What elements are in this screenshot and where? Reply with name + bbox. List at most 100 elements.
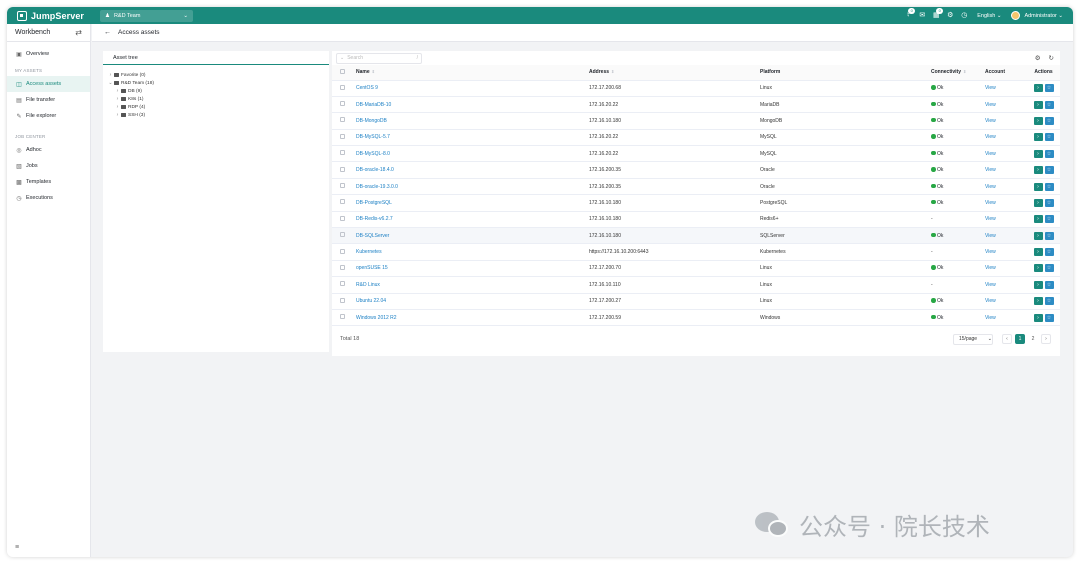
favorite-star-icon[interactable]: ☆ (1044, 297, 1054, 306)
row-checkbox[interactable] (340, 101, 345, 107)
asset-name-link[interactable]: DB-Redis-v6.2.7 (356, 216, 393, 222)
table-row[interactable]: DB-SQLServer 172.16.10.180 SQLServer Ok View… (332, 227, 1060, 245)
asset-name-link[interactable]: Ubuntu 22.04 (356, 298, 386, 304)
table-row[interactable]: DB-Redis-v6.2.7 172.16.10.180 Redis6+ - View… (332, 211, 1060, 229)
row-checkbox[interactable] (340, 166, 345, 172)
asset-name-link[interactable]: DB-SQLServer (356, 233, 389, 239)
connect-terminal-icon[interactable]: › (1033, 248, 1043, 257)
view-account-link[interactable]: View (985, 184, 996, 190)
favorite-star-icon[interactable]: ☆ (1044, 248, 1054, 257)
page-size-select[interactable]: 15/page ⌄ (953, 333, 993, 345)
row-checkbox[interactable] (340, 232, 345, 238)
tree-node-favorite[interactable]: › Favorite (0) (103, 71, 329, 79)
favorite-star-icon[interactable]: ☆ (1044, 280, 1054, 289)
row-checkbox[interactable] (340, 215, 345, 221)
table-row[interactable]: DB-MySQL-8.0 172.16.20.22 MySQL Ok View › ☆ (332, 145, 1060, 163)
favorite-star-icon[interactable]: ☆ (1044, 149, 1054, 158)
row-checkbox[interactable] (340, 248, 345, 254)
next-page-button[interactable]: › (1041, 334, 1051, 345)
sidebar-item-adhoc[interactable]: ◎ Adhoc (7, 142, 90, 158)
table-row[interactable]: DB-MongoDB 172.16.10.180 MongoDB Ok View › ☆ (332, 112, 1060, 130)
column-header-name[interactable]: Name ⇕ (356, 65, 589, 81)
table-row[interactable]: DB-PostgreSQL 172.16.10.180 PostgreSQL Ok Vi… (332, 194, 1060, 212)
asset-name-link[interactable]: Windows 2012 R2 (356, 315, 397, 321)
favorite-star-icon[interactable]: ☆ (1044, 264, 1054, 273)
asset-name-link[interactable]: CentOS 9 (356, 85, 378, 91)
sidebar-item-file-explorer[interactable]: ✎ File explorer (7, 108, 90, 124)
asset-name-link[interactable]: Kubernetes (356, 249, 382, 255)
favorite-star-icon[interactable]: ☆ (1044, 166, 1054, 175)
favorite-star-icon[interactable]: ☆ (1044, 215, 1054, 224)
asset-name-link[interactable]: openSUSE 15 (356, 265, 388, 271)
view-account-link[interactable]: View (985, 265, 996, 271)
favorite-star-icon[interactable]: ☆ (1044, 116, 1054, 125)
search-input[interactable]: ⌄ Search / (336, 52, 422, 64)
table-row[interactable]: CentOS 9 172.17.200.68 Linux Ok View › ☆ (332, 80, 1060, 97)
message-icon[interactable]: ✉ (918, 12, 926, 20)
row-checkbox[interactable] (340, 199, 345, 205)
asset-name-link[interactable]: DB-oracle-18.4.0 (356, 167, 394, 173)
switch-view-icon[interactable]: ⇄ (75, 28, 82, 37)
table-row[interactable]: DB-MySQL-5.7 172.16.20.22 MySQL Ok View › ☆ (332, 129, 1060, 147)
page-button-1[interactable]: 1 (1015, 334, 1025, 345)
view-account-link[interactable]: View (985, 151, 996, 157)
view-account-link[interactable]: View (985, 233, 996, 239)
asset-name-link[interactable]: DB-MySQL-5.7 (356, 134, 390, 140)
table-row[interactable]: Kubernetes https://172.16.10.200:6443 Kube… (332, 243, 1060, 261)
view-account-link[interactable]: View (985, 167, 996, 173)
row-checkbox[interactable] (340, 297, 345, 303)
view-account-link[interactable]: View (985, 200, 996, 206)
org-selector[interactable]: ♟ R&D Team ⌄ (100, 9, 193, 22)
favorite-star-icon[interactable]: ☆ (1044, 182, 1054, 191)
connect-terminal-icon[interactable]: › (1033, 264, 1043, 273)
sidebar-item-file-transfer[interactable]: ▤ File transfer (7, 92, 90, 108)
view-account-link[interactable]: View (985, 298, 996, 304)
connect-terminal-icon[interactable]: › (1033, 182, 1043, 191)
column-header-address[interactable]: Address ⇕ (589, 65, 760, 81)
calendar-icon[interactable]: ▦ 0 (932, 7, 944, 20)
tree-node-rdp[interactable]: › RDP (4) (103, 103, 329, 111)
view-account-link[interactable]: View (985, 282, 996, 288)
page-button-2[interactable]: 2 (1028, 336, 1038, 342)
connect-terminal-icon[interactable]: › (1033, 166, 1043, 175)
table-row[interactable]: Windows 2012 R2 172.17.200.59 Windows Ok Vie… (332, 309, 1060, 327)
connect-terminal-icon[interactable]: › (1033, 231, 1043, 240)
favorite-star-icon[interactable]: ☆ (1044, 100, 1054, 109)
sidebar-item-executions[interactable]: ◷ Executions (7, 190, 90, 206)
asset-name-link[interactable]: DB-MySQL-8.0 (356, 151, 390, 157)
row-checkbox[interactable] (340, 133, 345, 139)
favorite-star-icon[interactable]: ☆ (1044, 231, 1054, 240)
row-checkbox[interactable] (340, 183, 345, 189)
connect-terminal-icon[interactable]: › (1033, 215, 1043, 224)
user-menu[interactable]: Administrator ⌄ (1011, 11, 1063, 20)
view-account-link[interactable]: View (985, 249, 996, 255)
row-checkbox[interactable] (340, 117, 345, 123)
language-selector[interactable]: English ⌄ (977, 13, 1001, 19)
row-checkbox[interactable] (340, 150, 345, 156)
tree-node-rd-team[interactable]: ⌄ R&D Team (18) (103, 79, 329, 87)
tree-node-ssh[interactable]: › SSH (3) (103, 111, 329, 119)
asset-name-link[interactable]: DB-MongoDB (356, 118, 387, 124)
row-checkbox[interactable] (340, 264, 345, 270)
asset-name-link[interactable]: DB-MariaDB-10 (356, 102, 391, 108)
connect-terminal-icon[interactable]: › (1033, 116, 1043, 125)
row-checkbox[interactable] (340, 281, 345, 287)
settings-icon[interactable]: ⚙ (1035, 54, 1041, 62)
sidebar-item-templates[interactable]: ▩ Templates (7, 174, 90, 190)
prev-page-button[interactable]: ‹ (1002, 334, 1012, 345)
favorite-star-icon[interactable]: ☆ (1044, 84, 1054, 93)
refresh-icon[interactable]: ↻ (1049, 54, 1054, 62)
asset-name-link[interactable]: R&D Linux (356, 282, 380, 288)
view-account-link[interactable]: View (985, 216, 996, 222)
column-header-platform[interactable]: Platform (760, 65, 931, 81)
asset-name-link[interactable]: DB-PostgreSQL (356, 200, 392, 206)
back-arrow-icon[interactable]: ← (104, 29, 111, 36)
sidebar-item-overview[interactable]: ▣ Overview (7, 46, 90, 62)
help-icon[interactable]: ◷ (960, 12, 968, 20)
bell-icon[interactable]: ♮ 0 (904, 7, 916, 20)
favorite-star-icon[interactable]: ☆ (1044, 198, 1054, 207)
view-account-link[interactable]: View (985, 134, 996, 140)
connect-terminal-icon[interactable]: › (1033, 133, 1043, 142)
view-account-link[interactable]: View (985, 118, 996, 124)
table-row[interactable]: DB-MariaDB-10 172.16.20.22 MariaDB Ok View › ☆ (332, 96, 1060, 114)
